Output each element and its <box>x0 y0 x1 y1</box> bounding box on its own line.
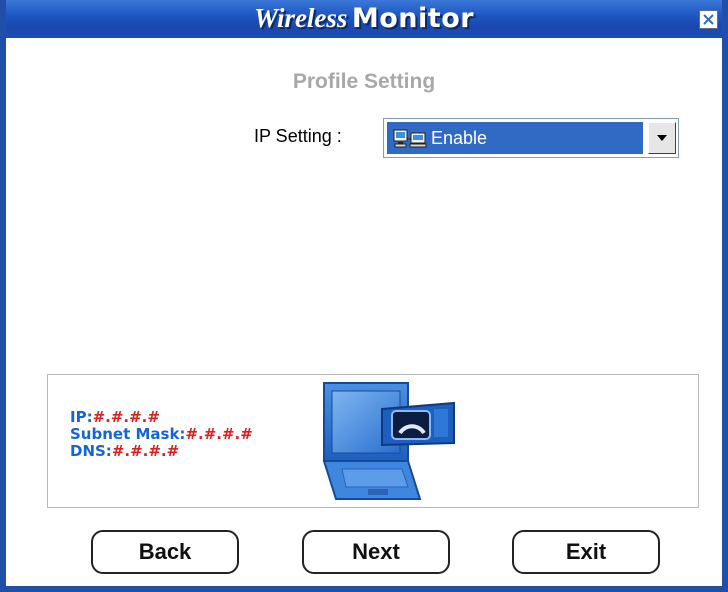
network-icon <box>393 129 427 154</box>
exit-button[interactable]: Exit <box>512 530 660 574</box>
dns-line: DNS:#.#.#.# <box>70 443 253 460</box>
chevron-down-icon <box>657 135 667 141</box>
window-title: Wireless Monitor <box>6 3 722 34</box>
back-button[interactable]: Back <box>91 530 239 574</box>
dns-value: #.#.#.# <box>111 442 180 460</box>
dropdown-arrow-button[interactable] <box>648 122 676 154</box>
dns-label: DNS: <box>70 442 112 460</box>
close-icon <box>703 14 714 25</box>
ip-line: IP:#.#.#.# <box>70 409 253 426</box>
title-monitor: Monitor <box>351 3 475 34</box>
title-wireless: Wireless <box>253 3 348 33</box>
ip-setting-selected-option[interactable]: Enable <box>387 122 643 154</box>
ip-setting-select[interactable]: Enable <box>383 118 679 158</box>
connection-info-panel: IP:#.#.#.# Subnet Mask:#.#.#.# DNS:#.#.#… <box>47 374 699 508</box>
wireless-monitor-window: Wireless Monitor Profile Setting IP Sett… <box>0 0 728 592</box>
close-button[interactable] <box>699 10 718 29</box>
ip-label: IP: <box>70 408 93 426</box>
next-button[interactable]: Next <box>302 530 450 574</box>
ip-value: #.#.#.# <box>92 408 160 426</box>
subnet-mask-label: Subnet Mask: <box>70 425 186 443</box>
ip-setting-value: Enable <box>431 128 488 148</box>
connection-info-lines: IP:#.#.#.# Subnet Mask:#.#.#.# DNS:#.#.#… <box>70 409 253 460</box>
page-heading: Profile Setting <box>292 70 436 93</box>
laptop-wireless-card-icon <box>322 382 455 500</box>
subnet-line: Subnet Mask:#.#.#.# <box>70 426 253 443</box>
ip-setting-label: IP Setting : <box>254 126 342 146</box>
title-bar[interactable]: Wireless Monitor <box>6 0 722 38</box>
subnet-mask-value: #.#.#.# <box>185 425 253 443</box>
